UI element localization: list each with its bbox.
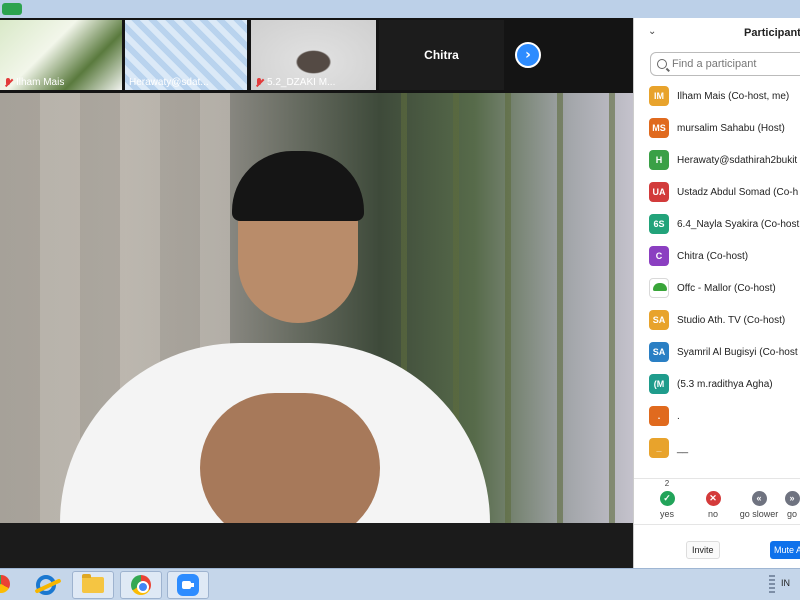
zoom-mini-icon[interactable] bbox=[2, 3, 22, 15]
avatar: SA bbox=[649, 342, 669, 362]
reaction-go-slower-button[interactable]: « go slower bbox=[734, 491, 784, 519]
speaker-cap bbox=[232, 151, 364, 221]
participant-name: Syamril Al Bugisyi (Co-host bbox=[677, 346, 798, 358]
video-tile-dzaki[interactable]: 5.2_DZAKI M... bbox=[251, 20, 376, 90]
participant-search[interactable] bbox=[650, 52, 800, 76]
participant-name: Herawaty@sdathirah2bukit bbox=[677, 154, 798, 166]
panel-header: ⌄ Participants bbox=[634, 18, 800, 50]
avatar: (M bbox=[649, 374, 669, 394]
list-item[interactable]: IM Ilham Mais (Co-host, me) bbox=[634, 80, 800, 112]
search-icon bbox=[657, 59, 667, 69]
video-bottom-bar bbox=[0, 523, 633, 568]
participants-panel: ⌄ Participants IM Ilham Mais (Co-host, m… bbox=[633, 18, 800, 568]
start-button[interactable] bbox=[0, 575, 10, 593]
tile-name: 5.2_DZAKI M... bbox=[255, 77, 335, 88]
tile-name-label: 5.2_DZAKI M... bbox=[267, 77, 336, 88]
reaction-count: 2 bbox=[664, 479, 670, 488]
list-item[interactable]: MS mursalim Sahabu (Host) bbox=[634, 112, 800, 144]
folder-icon bbox=[82, 574, 104, 593]
reaction-label: no bbox=[707, 509, 718, 519]
video-area: Ilham Mais Herawaty@sdat... 5.2_DZAKI M.… bbox=[0, 18, 633, 568]
panel-title: Participants bbox=[744, 27, 800, 39]
ie-logo-icon bbox=[36, 575, 56, 595]
list-item[interactable]: 6S 6.4_Nayla Syakira (Co-host bbox=[634, 208, 800, 240]
zoom-title-bar bbox=[0, 0, 800, 18]
tile-name-label: Chitra bbox=[424, 48, 459, 62]
next-page-arrow-icon[interactable]: › bbox=[515, 42, 541, 68]
search-input[interactable] bbox=[672, 58, 792, 70]
invite-button[interactable]: Invite bbox=[686, 541, 720, 559]
tile-name: Herawaty@sdat... bbox=[129, 77, 209, 88]
participant-name: 6.4_Nayla Syakira (Co-host bbox=[677, 218, 800, 230]
check-icon: ✓ bbox=[659, 491, 675, 506]
video-tile-herawaty[interactable]: Herawaty@sdat... bbox=[125, 20, 247, 90]
video-tile-chitra[interactable]: Chitra bbox=[379, 20, 504, 90]
avatar: 6S bbox=[649, 214, 669, 234]
internet-explorer-icon[interactable] bbox=[25, 571, 67, 599]
avatar: IM bbox=[649, 86, 669, 106]
list-item[interactable]: (M (5.3 m.radithya Agha) bbox=[634, 368, 800, 400]
list-item[interactable]: UA Ustadz Abdul Somad (Co-h bbox=[634, 176, 800, 208]
panel-footer: Invite Mute All bbox=[634, 524, 800, 568]
chevron-down-icon[interactable]: ⌄ bbox=[648, 26, 656, 37]
chrome-icon[interactable] bbox=[120, 571, 162, 599]
participant-name: Ustadz Abdul Somad (Co-h bbox=[677, 186, 799, 198]
list-item[interactable]: SA Studio Ath. TV (Co-host) bbox=[634, 304, 800, 336]
nonverbal-feedback-bar: 2 ✓ yes ✕ no « go slower » go bbox=[634, 478, 800, 524]
zoom-logo-icon bbox=[177, 574, 199, 596]
tile-name-label: Herawaty@sdat... bbox=[129, 77, 209, 88]
participant-name: Chitra (Co-host) bbox=[677, 250, 749, 262]
list-item[interactable]: _ __ bbox=[634, 432, 800, 464]
participant-name: Studio Ath. TV (Co-host) bbox=[677, 314, 786, 326]
avatar: UA bbox=[649, 182, 669, 202]
reaction-label: go bbox=[786, 509, 797, 519]
list-item[interactable]: Offc - Mallor (Co-host) bbox=[634, 272, 800, 304]
windows-taskbar: IN bbox=[0, 568, 800, 600]
avatar: SA bbox=[649, 310, 669, 330]
zoom-app-icon[interactable] bbox=[167, 571, 209, 599]
mute-all-button[interactable]: Mute All bbox=[770, 541, 800, 559]
tray-grip bbox=[769, 575, 775, 595]
avatar: MS bbox=[649, 118, 669, 138]
tile-name-label: Ilham Mais bbox=[16, 77, 65, 88]
rewind-icon: « bbox=[751, 491, 767, 506]
reaction-yes-button[interactable]: 2 ✓ yes bbox=[642, 479, 692, 519]
active-speaker-video bbox=[0, 93, 633, 523]
video-tile-ilham-mais[interactable]: Ilham Mais bbox=[0, 20, 122, 90]
participant-name: (5.3 m.radithya Agha) bbox=[677, 378, 773, 390]
fast-forward-icon: » bbox=[784, 491, 800, 506]
reaction-no-button[interactable]: ✕ no bbox=[688, 491, 738, 519]
reaction-label: go slower bbox=[739, 509, 779, 519]
avatar-logo-icon bbox=[649, 278, 669, 298]
list-item[interactable]: . . bbox=[634, 400, 800, 432]
list-item[interactable]: SA Syamril Al Bugisyi (Co-host bbox=[634, 336, 800, 368]
participant-name: mursalim Sahabu (Host) bbox=[677, 122, 785, 134]
participant-name: . bbox=[677, 410, 680, 422]
participant-name: Offc - Mallor (Co-host) bbox=[677, 282, 776, 294]
language-indicator[interactable]: IN bbox=[781, 578, 790, 588]
reaction-label: yes bbox=[659, 509, 674, 519]
mic-muted-icon bbox=[4, 78, 13, 87]
reaction-go-faster-button[interactable]: » go bbox=[782, 491, 800, 519]
close-icon: ✕ bbox=[705, 491, 721, 506]
list-item[interactable]: H Herawaty@sdathirah2bukit bbox=[634, 144, 800, 176]
chrome-logo-icon bbox=[131, 575, 151, 595]
list-item[interactable]: C Chitra (Co-host) bbox=[634, 240, 800, 272]
avatar: . bbox=[649, 406, 669, 426]
avatar: C bbox=[649, 246, 669, 266]
participant-name: Ilham Mais (Co-host, me) bbox=[677, 90, 790, 102]
avatar: _ bbox=[649, 438, 669, 458]
mic-muted-icon bbox=[255, 78, 264, 87]
participant-name: __ bbox=[677, 442, 689, 454]
thumbnail-strip: Ilham Mais Herawaty@sdat... 5.2_DZAKI M.… bbox=[0, 18, 633, 93]
avatar: H bbox=[649, 150, 669, 170]
participant-list: IM Ilham Mais (Co-host, me) MS mursalim … bbox=[634, 80, 800, 464]
tile-name: Ilham Mais bbox=[4, 77, 64, 88]
speaker-hands bbox=[200, 393, 380, 523]
file-explorer-icon[interactable] bbox=[72, 571, 114, 599]
